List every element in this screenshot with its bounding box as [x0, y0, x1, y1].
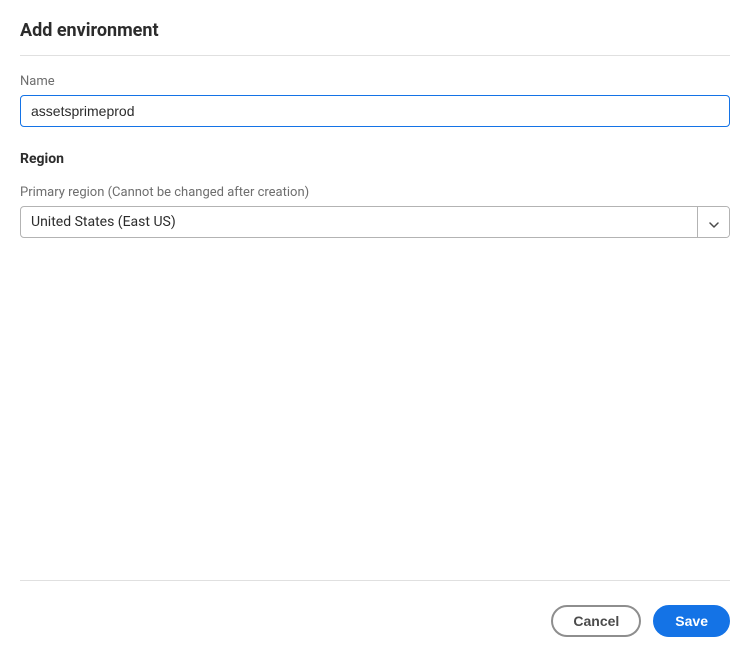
primary-region-select[interactable]: United States (East US) — [20, 206, 730, 238]
primary-region-group: Primary region (Cannot be changed after … — [20, 185, 730, 238]
name-input[interactable] — [20, 95, 730, 127]
dialog-title: Add environment — [20, 20, 730, 55]
region-heading: Region — [20, 151, 730, 167]
save-button[interactable]: Save — [653, 605, 730, 637]
primary-region-value[interactable]: United States (East US) — [21, 207, 697, 237]
primary-region-dropdown-button[interactable] — [697, 207, 729, 237]
primary-region-label: Primary region (Cannot be changed after … — [20, 185, 730, 200]
button-row: Cancel Save — [20, 605, 730, 637]
name-label: Name — [20, 74, 730, 89]
name-field-group: Name — [20, 74, 730, 127]
title-divider — [20, 55, 730, 56]
chevron-down-icon — [709, 213, 719, 232]
dialog-footer: Cancel Save — [20, 580, 730, 637]
footer-divider — [20, 580, 730, 581]
cancel-button[interactable]: Cancel — [551, 605, 641, 637]
